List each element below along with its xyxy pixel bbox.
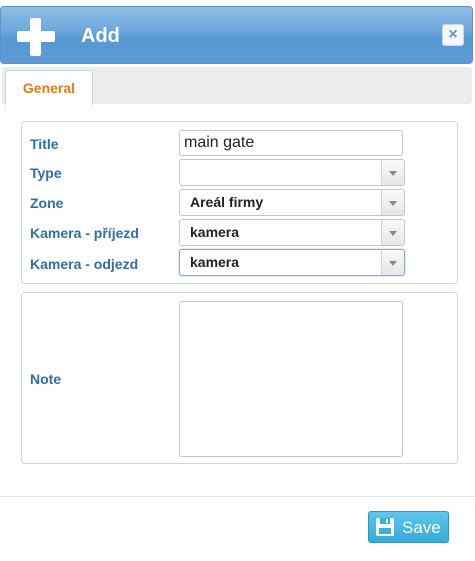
zone-select[interactable]: Areál firmy bbox=[179, 189, 405, 216]
type-label: Type bbox=[30, 165, 62, 181]
add-dialog: Add × General Title main gate Type Zone … bbox=[0, 0, 475, 561]
save-button[interactable]: Save bbox=[368, 511, 449, 543]
dialog-title: Add bbox=[81, 25, 120, 47]
zone-select-value: Areál firmy bbox=[190, 194, 264, 210]
title-label: Title bbox=[30, 136, 59, 152]
chevron-down-icon bbox=[381, 220, 404, 245]
tab-general[interactable]: General bbox=[5, 70, 93, 105]
note-textarea[interactable] bbox=[179, 301, 403, 457]
close-button[interactable]: × bbox=[442, 24, 464, 46]
type-select[interactable] bbox=[179, 159, 405, 186]
floppy-disk-icon bbox=[376, 518, 394, 536]
chevron-down-icon bbox=[381, 190, 404, 215]
save-button-label: Save bbox=[402, 518, 441, 537]
plus-icon bbox=[17, 18, 55, 56]
tab-bar: General bbox=[2, 67, 472, 105]
general-fields-group: Title main gate Type Zone Areál firmy Ka… bbox=[21, 121, 458, 284]
close-icon: × bbox=[448, 26, 458, 43]
chevron-down-icon bbox=[381, 250, 404, 275]
camera-out-select[interactable]: kamera bbox=[179, 249, 405, 276]
camera-out-select-value: kamera bbox=[190, 254, 240, 270]
zone-label: Zone bbox=[30, 195, 64, 211]
camera-in-select-value: kamera bbox=[190, 224, 240, 240]
footer-divider bbox=[0, 496, 475, 497]
camera-in-label: Kamera - příjezd bbox=[30, 225, 139, 241]
note-fields-group: Note bbox=[21, 292, 458, 464]
title-input[interactable]: main gate bbox=[179, 130, 403, 156]
dialog-titlebar[interactable]: Add × bbox=[0, 6, 473, 64]
camera-in-select[interactable]: kamera bbox=[179, 219, 405, 246]
camera-out-label: Kamera - odjezd bbox=[30, 256, 139, 272]
chevron-down-icon bbox=[381, 160, 404, 185]
note-label: Note bbox=[30, 371, 62, 387]
